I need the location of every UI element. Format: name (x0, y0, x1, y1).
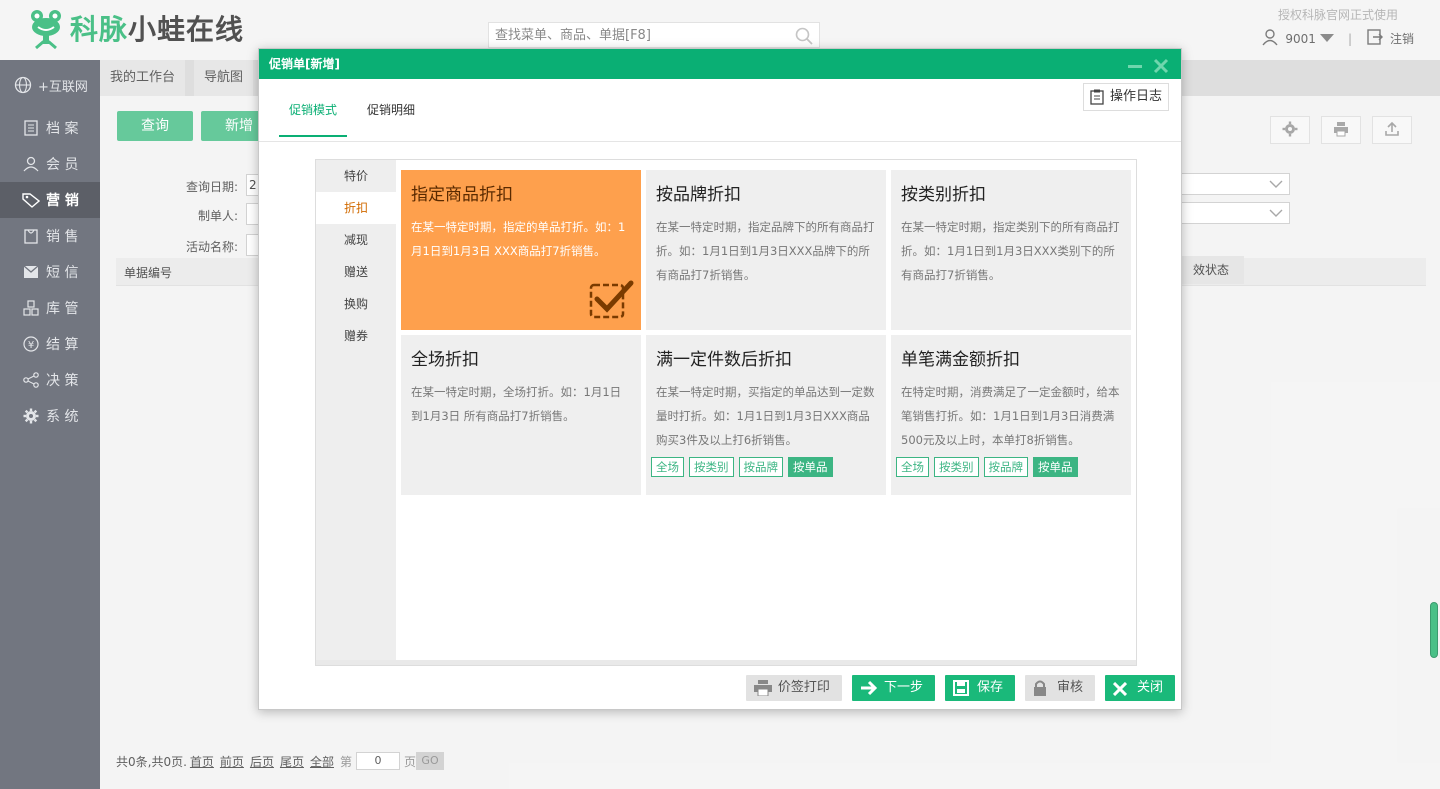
vtab-cash-off[interactable]: 减现 (316, 224, 396, 256)
promotion-mode-panel: 特价 折扣 减现 赠送 换购 赠券 指定商品折扣 在某一特定时期，指定的单品打折… (315, 159, 1137, 666)
tab-promotion-mode[interactable]: 促销模式 (279, 91, 348, 137)
card-title: 满一定件数后折扣 (656, 350, 792, 370)
save-icon (952, 680, 969, 706)
tag-by-brand[interactable]: 按品牌 (738, 457, 783, 477)
card-quantity-discount[interactable]: 满一定件数后折扣 在某一特定时期，买指定的单品达到一定数量时打折。如：1月1日到… (646, 335, 886, 495)
price-tag-print-button[interactable]: 价签打印 (745, 675, 842, 701)
vtab-exchange[interactable]: 换购 (316, 288, 396, 320)
dialog-titlebar[interactable]: 促销单[新增] (259, 49, 1181, 79)
tag-by-brand[interactable]: 按品牌 (983, 457, 1028, 477)
vtab-discount[interactable]: 折扣 (316, 192, 396, 224)
scope-tags: 全场 按类别 按品牌 按单品 (896, 457, 1083, 477)
promotion-type-tabs: 特价 折扣 减现 赠送 换购 赠券 (316, 160, 396, 665)
clipboard-icon (1090, 89, 1104, 115)
checkbox-checked-icon (589, 279, 635, 326)
vtab-special-price[interactable]: 特价 (316, 160, 396, 192)
next-step-button[interactable]: 下一步 (851, 675, 935, 701)
card-title: 指定商品折扣 (411, 185, 513, 205)
card-category-discount[interactable]: 按类别折扣 在某一特定时期，指定类别下的所有商品打折。如：1月1日到1月3日XX… (891, 170, 1131, 330)
printer-icon (753, 680, 772, 706)
close-icon[interactable] (1153, 55, 1169, 85)
card-description: 在某一特定时期，买指定的单品达到一定数量时打折。如：1月1日到1月3日XXX商品… (656, 385, 875, 447)
card-description: 在某一特定时期，指定类别下的所有商品打折。如：1月1日到1月3日XXX类别下的所… (901, 220, 1120, 282)
vtab-gift[interactable]: 赠送 (316, 256, 396, 288)
promotion-dialog: 促销单[新增] 促销模式 促销明细 操作日志 特价 折扣 减现 赠送 换购 赠券… (258, 48, 1182, 710)
next-step-label: 下一步 (883, 680, 923, 695)
tab-divider (259, 141, 1181, 142)
card-title: 单笔满金额折扣 (901, 350, 1020, 370)
tab-promotion-detail[interactable]: 促销明细 (357, 91, 425, 137)
arrow-right-icon (860, 680, 878, 706)
card-title: 按类别折扣 (901, 185, 986, 205)
card-storewide-discount[interactable]: 全场折扣 在某一特定时期，全场打折。如：1月1日到1月3日 所有商品打7折销售。 (401, 335, 641, 495)
card-description: 在某一特定时期，全场打折。如：1月1日到1月3日 所有商品打7折销售。 (411, 385, 622, 423)
card-title: 全场折扣 (411, 350, 479, 370)
dialog-title: 促销单[新增] (269, 57, 340, 71)
vtab-coupon[interactable]: 赠券 (316, 320, 396, 352)
card-brand-discount[interactable]: 按品牌折扣 在某一特定时期，指定品牌下的所有商品打折。如：1月1日到1月3日XX… (646, 170, 886, 330)
tag-storewide[interactable]: 全场 (651, 457, 684, 477)
tag-by-category[interactable]: 按类别 (934, 457, 979, 477)
save-button[interactable]: 保存 (944, 675, 1015, 701)
save-label: 保存 (976, 680, 1003, 695)
scope-tags: 全场 按类别 按品牌 按单品 (651, 457, 838, 477)
price-tag-print-label: 价签打印 (777, 680, 830, 695)
operation-log-button[interactable]: 操作日志 (1082, 83, 1169, 111)
tag-by-product[interactable]: 按单品 (1033, 457, 1078, 477)
minimize-icon[interactable] (1127, 55, 1143, 85)
card-specified-product-discount[interactable]: 指定商品折扣 在某一特定时期，指定的单品打折。如：1月1日到1月3日 XXX商品… (401, 170, 641, 330)
tag-by-category[interactable]: 按类别 (689, 457, 734, 477)
tag-by-product[interactable]: 按单品 (788, 457, 833, 477)
operation-log-label: 操作日志 (1109, 89, 1162, 104)
card-description: 在某一特定时期，指定品牌下的所有商品打折。如：1月1日到1月3日XXX品牌下的所… (656, 220, 875, 282)
card-description: 在某一特定时期，指定的单品打折。如：1月1日到1月3日 XXX商品打7折销售。 (411, 220, 626, 258)
card-title: 按品牌折扣 (656, 185, 741, 205)
close-label: 关闭 (1136, 680, 1163, 695)
dialog-tabs: 促销模式 促销明细 (279, 91, 435, 137)
panel-bottom-bar (316, 660, 1136, 665)
tag-storewide[interactable]: 全场 (896, 457, 929, 477)
lock-icon (1033, 680, 1047, 706)
close-button[interactable]: 关闭 (1104, 675, 1175, 701)
audit-label: 审核 (1056, 680, 1083, 695)
card-description: 在特定时期，消费满足了一定金额时，给本笔销售打折。如：1月1日到1月3日消费满5… (901, 385, 1120, 447)
close-icon (1112, 680, 1128, 706)
audit-button[interactable]: 审核 (1024, 675, 1095, 701)
dialog-footer: 价签打印 下一步 保存 审核 关闭 (736, 675, 1175, 701)
card-amount-discount[interactable]: 单笔满金额折扣 在特定时期，消费满足了一定金额时，给本笔销售打折。如：1月1日到… (891, 335, 1131, 495)
